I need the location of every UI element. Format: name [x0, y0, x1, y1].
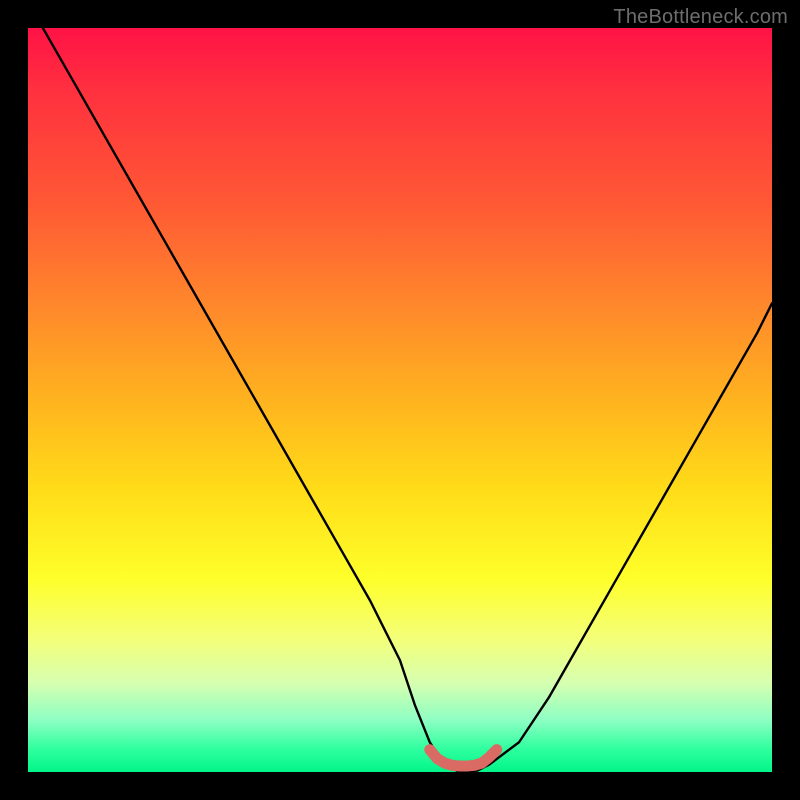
- chart-frame: TheBottleneck.com: [0, 0, 800, 800]
- optimal-segment-line: [430, 750, 497, 766]
- watermark-text: TheBottleneck.com: [613, 6, 788, 29]
- bottleneck-curve-line: [43, 28, 772, 772]
- chart-svg: [28, 28, 772, 772]
- plot-area: [28, 28, 772, 772]
